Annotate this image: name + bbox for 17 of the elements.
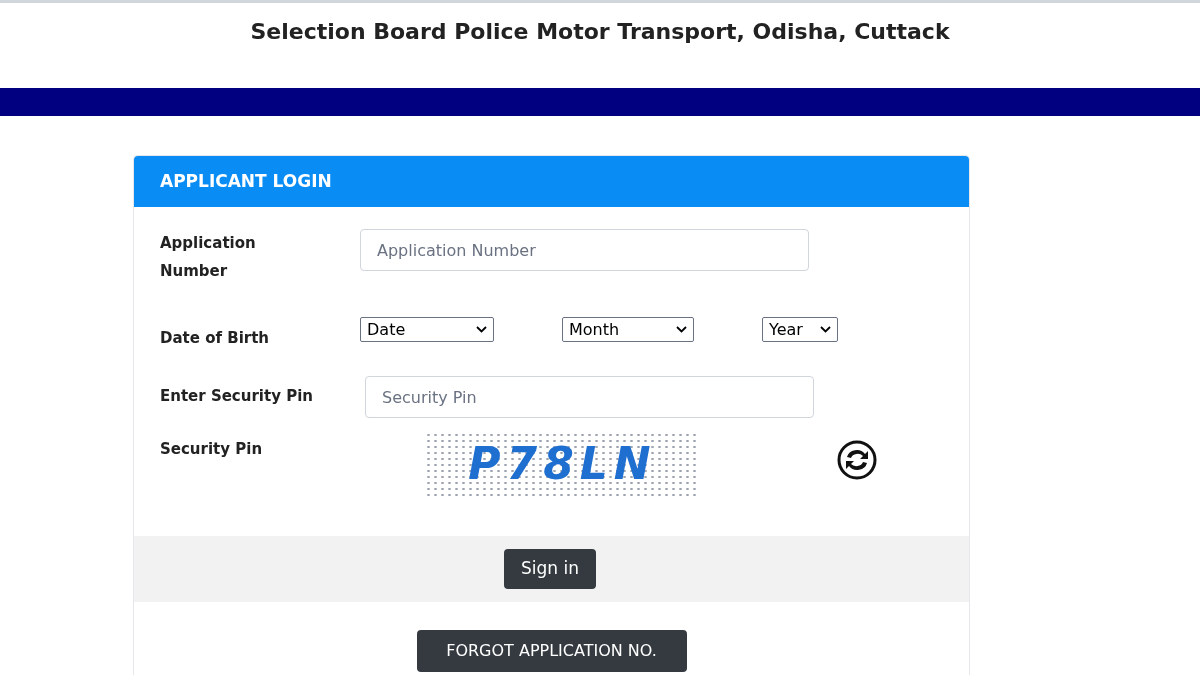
dropdown[interactable]: Month [562, 317, 694, 342]
field-label: Enter Security Pin [160, 385, 314, 407]
sign-in-button[interactable]: Sign in [504, 549, 596, 589]
card-title: APPLICANT LOGIN [160, 169, 332, 193]
input-field[interactable]: Security Pin [365, 376, 814, 418]
field-label: Security Pin [160, 439, 264, 460]
dropdown[interactable]: Date [360, 317, 494, 342]
chevron-down-icon [676, 326, 687, 333]
field-label: Application Number [160, 233, 257, 282]
refresh-icon[interactable] [835, 440, 879, 480]
chevron-down-icon [476, 326, 487, 333]
input-field[interactable]: Application Number [360, 229, 809, 271]
dropdown[interactable]: Year [762, 317, 838, 342]
forgot-application-button[interactable]: FORGOT APPLICATION NO. [416, 630, 687, 672]
site-title: Selection Board Police Motor Transport, Odisha, Cuttack [250, 18, 950, 46]
chevron-down-icon [820, 326, 831, 333]
field-label: Date of Birth [160, 328, 270, 349]
